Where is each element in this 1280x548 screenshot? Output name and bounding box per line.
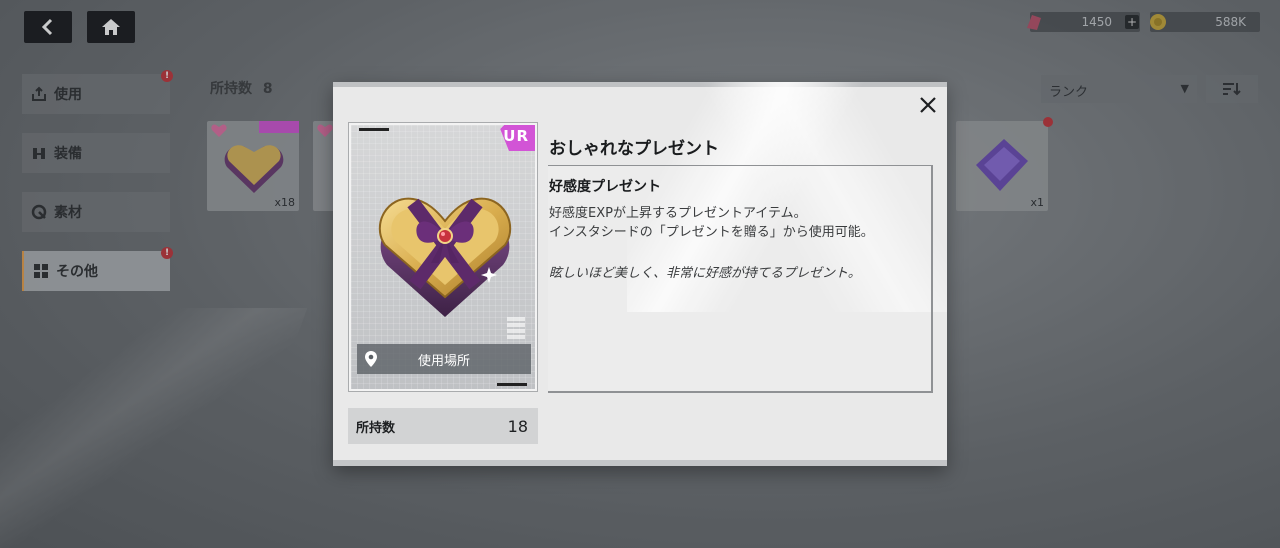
close-button[interactable]	[917, 94, 939, 116]
dialog-bottom-border	[333, 460, 947, 466]
item-description-line: インスタシードの「プレゼントを贈る」から使用可能。	[549, 225, 874, 240]
owned-count-value: 18	[507, 416, 528, 436]
list-icon	[507, 317, 525, 339]
item-flavor-text: 眩しいほど美しく、非常に好感が持てるプレゼント。	[549, 266, 861, 281]
owned-count-label: 所持数	[356, 420, 396, 436]
heart-gift-box-icon	[378, 197, 512, 317]
item-category: 好感度プレゼント	[549, 179, 661, 195]
use-location-button[interactable]: 使用場所	[357, 344, 531, 374]
frame-corner-mark	[359, 128, 389, 131]
rarity-label: UR	[503, 127, 529, 145]
frame-corner-mark	[497, 383, 527, 386]
use-location-label: 使用場所	[417, 353, 470, 369]
item-detail-dialog: UR 使用場所 所持数 18 おしゃれなプレゼント 好感度プレゼント 好感度EX…	[333, 82, 947, 466]
item-name: おしゃれなプレゼント	[549, 139, 719, 159]
item-description-line: 好感度EXPが上昇するプレゼントアイテム。	[549, 206, 807, 221]
owned-count: 所持数 18	[348, 408, 538, 444]
location-pin-icon	[365, 351, 377, 367]
item-image-frame: UR 使用場所	[348, 122, 538, 392]
